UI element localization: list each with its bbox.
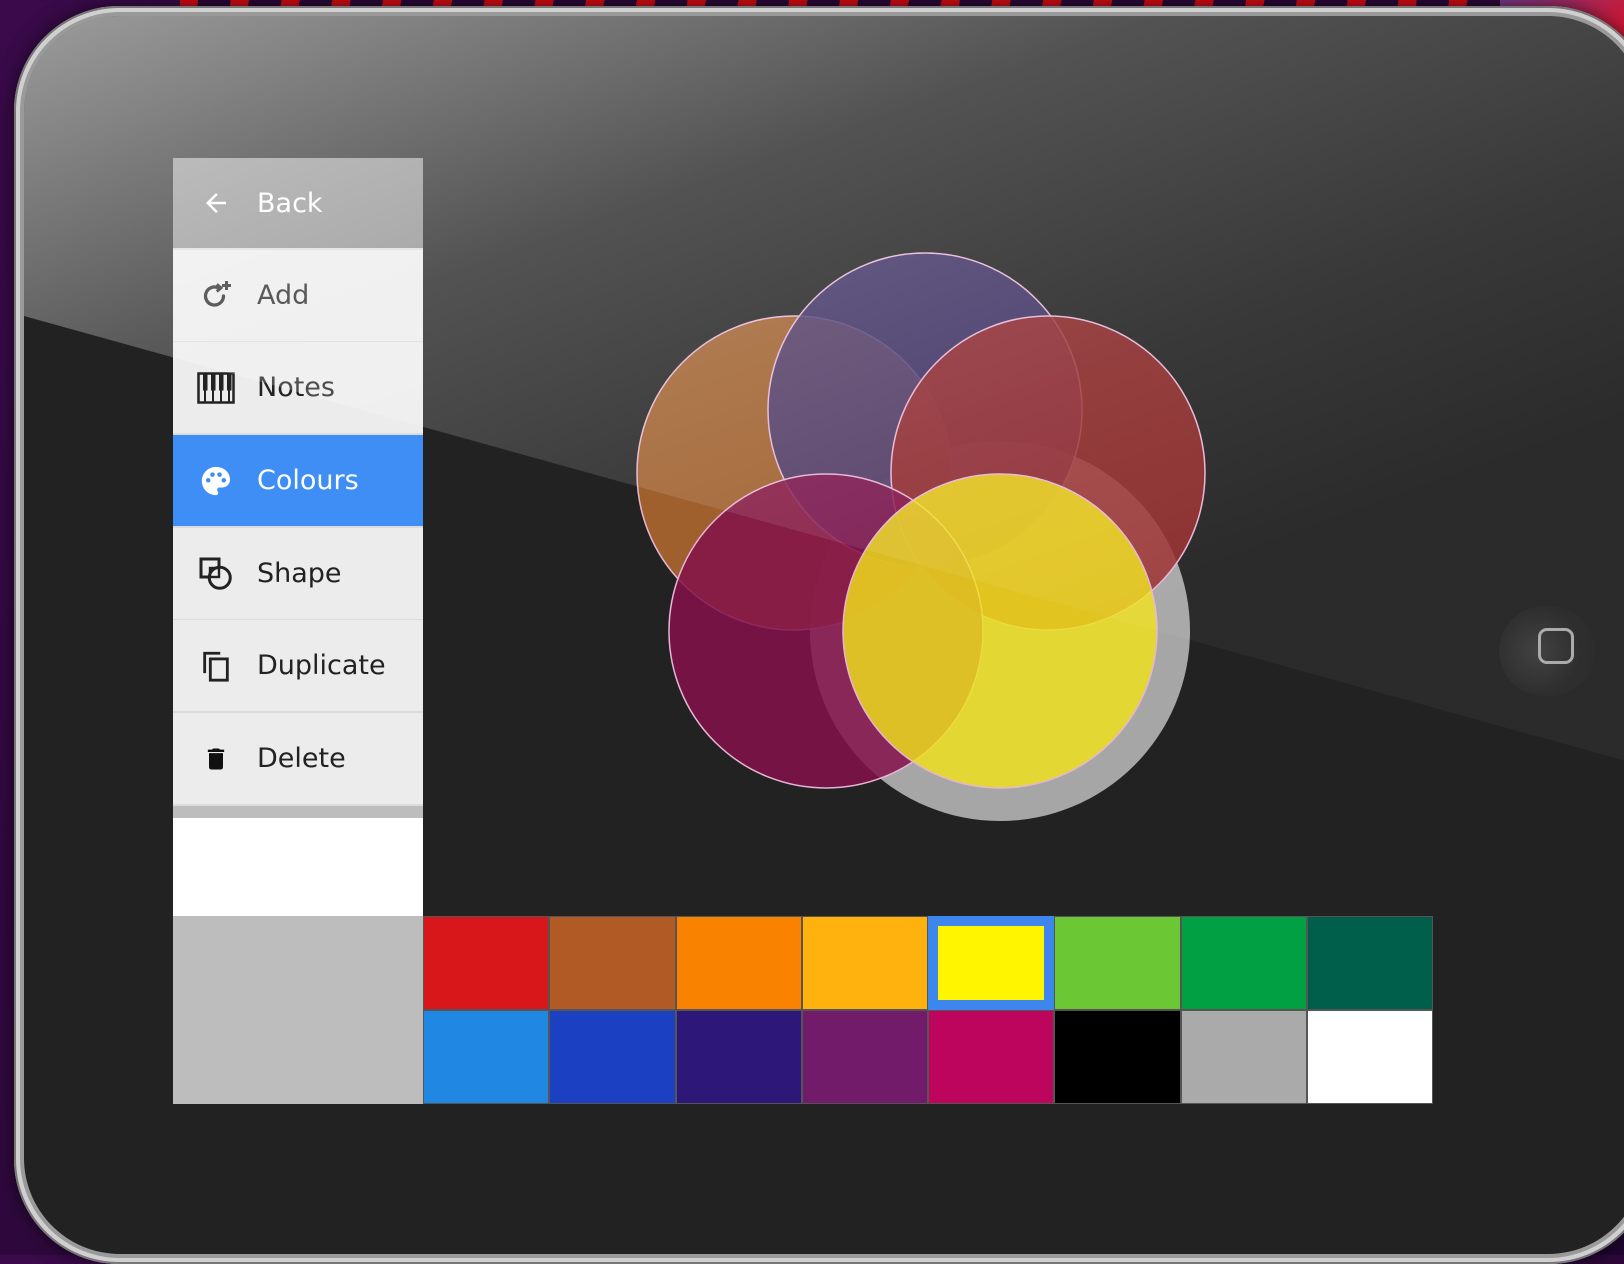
colour-swatch[interactable] bbox=[1306, 1010, 1433, 1104]
menu-item-colours[interactable]: Colours bbox=[173, 435, 423, 528]
duplicate-icon bbox=[195, 645, 237, 687]
sidebar-empty-area bbox=[173, 818, 423, 916]
colour-swatch[interactable] bbox=[549, 1010, 676, 1104]
colour-swatch[interactable] bbox=[1306, 916, 1433, 1010]
menu-item-label: Colours bbox=[257, 465, 359, 496]
colour-swatch[interactable] bbox=[1180, 1010, 1307, 1104]
back-label: Back bbox=[257, 187, 323, 219]
colour-swatch[interactable] bbox=[1054, 1010, 1181, 1104]
shape-icon bbox=[195, 553, 237, 595]
colour-swatch[interactable] bbox=[1180, 916, 1307, 1010]
menu-item-add[interactable]: Add bbox=[173, 250, 423, 343]
colour-swatch[interactable] bbox=[549, 916, 676, 1010]
colour-swatch[interactable] bbox=[675, 916, 802, 1010]
colour-swatch[interactable] bbox=[675, 1010, 802, 1104]
colour-swatch[interactable] bbox=[928, 1010, 1055, 1104]
colour-swatch[interactable] bbox=[801, 916, 928, 1010]
back-button[interactable]: Back bbox=[173, 158, 423, 250]
piano-keys-icon bbox=[195, 367, 237, 409]
colour-swatch[interactable] bbox=[423, 916, 550, 1010]
menu-item-label: Add bbox=[257, 280, 310, 311]
colour-swatch[interactable] bbox=[423, 1010, 550, 1104]
menu-item-label: Delete bbox=[257, 743, 346, 774]
menu-item-label: Duplicate bbox=[257, 650, 386, 681]
sidebar: Back Add Notes Colours Shape Duplicate D… bbox=[173, 158, 423, 1104]
home-square-icon bbox=[1538, 628, 1574, 664]
menu-item-label: Shape bbox=[257, 558, 342, 589]
drawing-canvas[interactable] bbox=[423, 158, 1433, 916]
colour-swatch[interactable] bbox=[928, 916, 1055, 1010]
menu-item-label: Notes bbox=[257, 372, 335, 403]
menu-item-duplicate[interactable]: Duplicate bbox=[173, 620, 423, 713]
palette-icon bbox=[195, 460, 237, 502]
colour-swatch[interactable] bbox=[1054, 916, 1181, 1010]
add-rotate-icon bbox=[195, 275, 237, 317]
colour-palette bbox=[423, 916, 1433, 1104]
menu-item-notes[interactable]: Notes bbox=[173, 342, 423, 435]
circles-canvas bbox=[636, 252, 1206, 821]
colour-swatch[interactable] bbox=[801, 1010, 928, 1104]
arrow-left-icon bbox=[195, 182, 237, 224]
trash-icon bbox=[195, 738, 237, 780]
menu-item-delete[interactable]: Delete bbox=[173, 713, 423, 806]
selected-shape-circle[interactable] bbox=[842, 473, 1158, 789]
menu-item-shape[interactable]: Shape bbox=[173, 528, 423, 621]
app-screen: Back Add Notes Colours Shape Duplicate D… bbox=[173, 158, 1433, 1104]
